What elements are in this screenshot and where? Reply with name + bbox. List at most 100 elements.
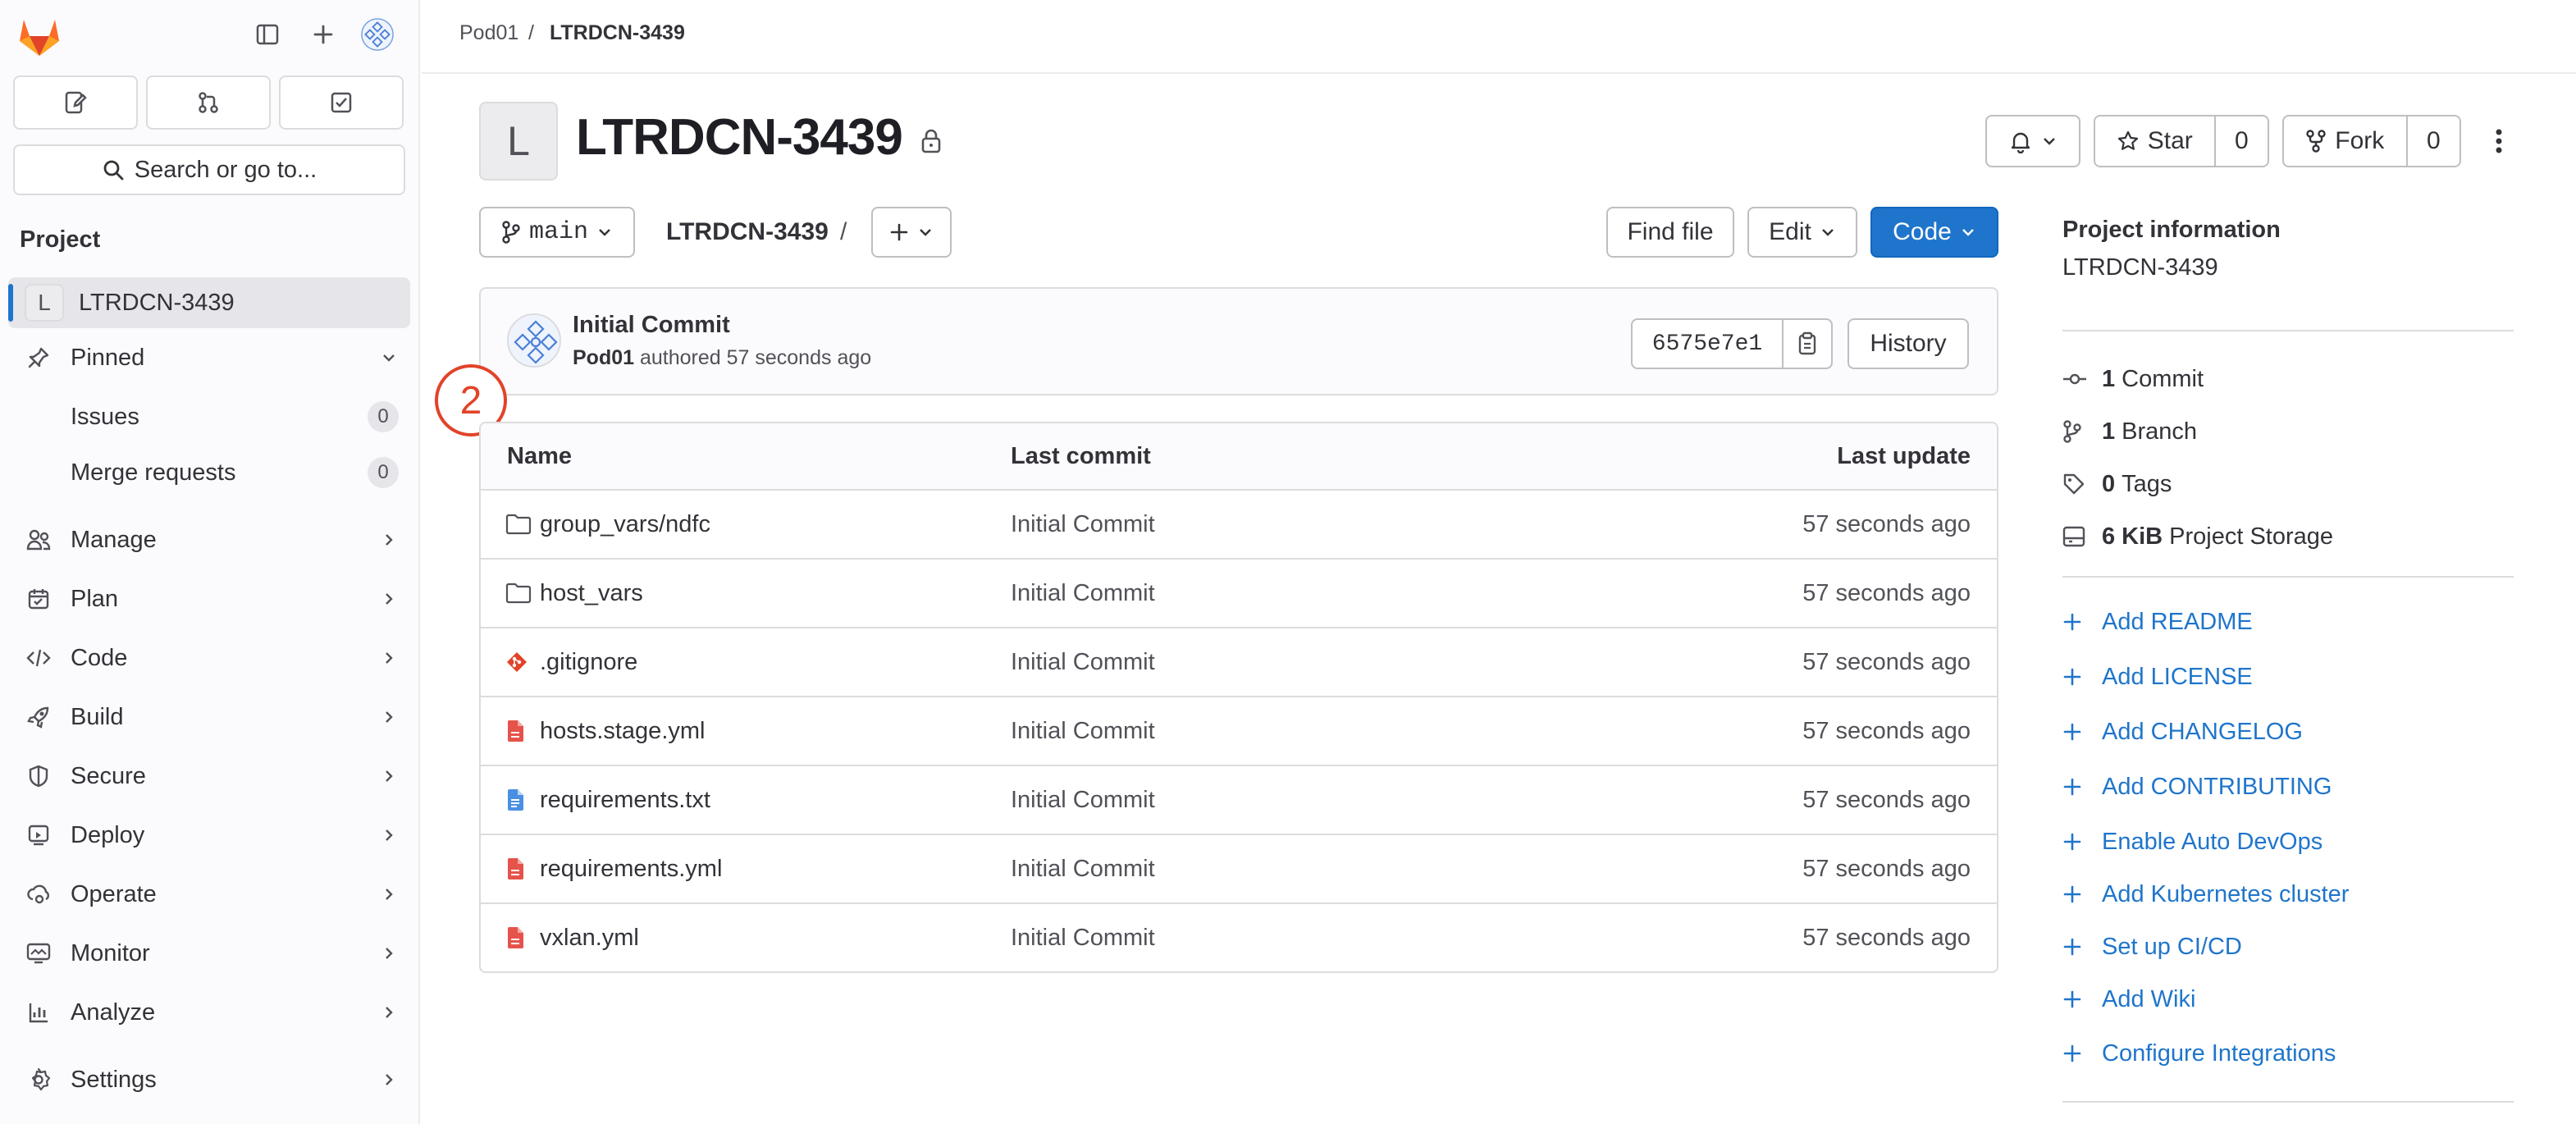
stat-storage[interactable]: 6 KiB Project Storage [2062, 520, 2333, 553]
file-name-link[interactable]: requirements.yml [540, 835, 722, 902]
star-count[interactable]: 0 [2213, 117, 2268, 166]
table-row[interactable]: host_vars Initial Commit 57 seconds ago [481, 558, 1997, 627]
file-name-link[interactable]: requirements.txt [540, 766, 710, 834]
sidebar-item-label: Analyze [71, 998, 156, 1026]
repo-path-root-link[interactable]: LTRDCN-3439 [666, 218, 829, 246]
commit-sha[interactable]: 6575e7e1 [1633, 320, 1782, 368]
sidebar-item-deploy[interactable]: Deploy [8, 811, 410, 860]
sidebar-item-merge-requests[interactable]: Merge requests 0 [8, 448, 410, 497]
chevron-right-icon [379, 589, 399, 609]
file-name-link[interactable]: .gitignore [540, 628, 637, 696]
bell-icon [2011, 132, 2030, 153]
file-name-link[interactable]: vxlan.yml [540, 904, 639, 971]
copy-sha-button[interactable] [1782, 320, 1831, 368]
create-new-plus-icon[interactable] [307, 18, 340, 51]
fork-button-group[interactable]: Fork 0 [2282, 115, 2461, 167]
git-icon [505, 628, 528, 696]
file-name-link[interactable]: host_vars [540, 560, 643, 627]
project-action-label: Set up CI/CD [2102, 933, 2242, 960]
project-action-link[interactable]: Add CHANGELOG [2062, 715, 2303, 748]
star-button-group[interactable]: Star 0 [2094, 115, 2269, 167]
sidebar-item-settings[interactable]: Settings [8, 1055, 410, 1104]
breadcrumb-separator: / [528, 21, 534, 44]
file-name-link[interactable]: group_vars/ndfc [540, 491, 710, 558]
commit-author-link[interactable]: Pod01 [573, 346, 634, 369]
history-button[interactable]: History [1848, 318, 1969, 369]
assigned-issues-button[interactable] [13, 75, 138, 130]
stat-label: Project Storage [2169, 523, 2334, 550]
table-row[interactable]: group_vars/ndfc Initial Commit 57 seconds … [481, 489, 1997, 558]
sidebar-item-secure[interactable]: Secure [8, 752, 410, 801]
issues-icon [65, 91, 87, 114]
branch-selector[interactable]: main [479, 207, 635, 258]
last-commit-link[interactable]: Initial Commit [1011, 697, 1155, 765]
breadcrumb-project-link[interactable]: LTRDCN-3439 [550, 21, 685, 45]
plus-icon [2062, 989, 2090, 1009]
last-commit-link[interactable]: Initial Commit [1011, 560, 1155, 627]
sidebar-item-pinned[interactable]: Pinned [8, 333, 410, 382]
stat-tags[interactable]: 0 Tags [2062, 468, 2172, 500]
stat-branches[interactable]: 1 Branch [2062, 415, 2197, 448]
project-action-link[interactable]: Add Wiki [2062, 983, 2195, 1016]
fork-count[interactable]: 0 [2405, 117, 2460, 166]
commit-author-avatar[interactable] [507, 313, 561, 368]
project-action-link[interactable]: Configure Integrations [2062, 1037, 2336, 1070]
calendar-icon [25, 585, 53, 613]
last-commit-link[interactable]: Initial Commit [1011, 904, 1155, 971]
fork-button[interactable]: Fork [2284, 117, 2406, 166]
yaml-file-icon [505, 835, 525, 902]
table-row[interactable]: requirements.yml Initial Commit 57 seconds… [481, 834, 1997, 902]
column-header-last-commit: Last commit [1011, 442, 1151, 469]
code-label: Code [1893, 218, 1952, 245]
last-update-time: 57 seconds ago [1802, 510, 1971, 537]
sidebar-item-plan[interactable]: Plan [8, 574, 410, 624]
project-action-link[interactable]: Add Kubernetes cluster [2062, 878, 2349, 911]
sidebar-item-code[interactable]: Code [8, 633, 410, 683]
table-row[interactable]: vxlan.yml Initial Commit 57 seconds ago [481, 902, 1997, 971]
todo-items-button[interactable] [279, 75, 404, 130]
table-row[interactable]: .gitignore Initial Commit 57 seconds ago [481, 627, 1997, 696]
project-action-link[interactable]: Set up CI/CD [2062, 930, 2242, 963]
chevron-down-icon [920, 229, 931, 236]
merge-requests-button[interactable] [146, 75, 271, 130]
last-commit-link[interactable]: Initial Commit [1011, 628, 1155, 696]
table-row[interactable]: requirements.txt Initial Commit 57 seconds… [481, 765, 1997, 834]
collapse-sidebar-icon[interactable] [251, 18, 284, 51]
search-button[interactable]: Search or go to... [13, 144, 405, 195]
code-dropdown[interactable]: Code [1870, 207, 1998, 258]
project-action-link[interactable]: Add LICENSE [2062, 660, 2253, 693]
top-bar: Pod01 / LTRDCN-3439 [422, 0, 2576, 74]
project-action-link[interactable]: Add README [2062, 605, 2253, 638]
sidebar-item-operate[interactable]: Operate [8, 870, 410, 919]
last-commit-link[interactable]: Initial Commit [1011, 835, 1155, 902]
sidebar-item-build[interactable]: Build [8, 692, 410, 742]
commit-title-link[interactable]: Initial Commit [573, 312, 730, 339]
last-commit-link[interactable]: Initial Commit [1011, 491, 1155, 558]
user-avatar[interactable] [361, 18, 394, 51]
chevron-right-icon [379, 530, 399, 550]
more-actions-kebab-icon[interactable] [2482, 125, 2515, 158]
sidebar-item-monitor[interactable]: Monitor [8, 929, 410, 978]
sidebar-item-analyze[interactable]: Analyze [8, 988, 410, 1037]
sidebar-item-manage[interactable]: Manage [8, 515, 410, 564]
file-name-link[interactable]: hosts.stage.yml [540, 697, 705, 765]
sidebar-item-project[interactable]: L LTRDCN-3439 [8, 277, 410, 328]
edit-dropdown[interactable]: Edit [1747, 207, 1857, 258]
star-button[interactable]: Star [2095, 117, 2214, 166]
notifications-dropdown[interactable] [1985, 115, 2080, 167]
last-commit-link[interactable]: Initial Commit [1011, 766, 1155, 834]
find-file-button[interactable]: Find file [1606, 207, 1734, 258]
breadcrumb-group-link[interactable]: Pod01 [459, 21, 518, 45]
add-to-tree-dropdown[interactable] [871, 207, 952, 258]
search-label: Search or go to... [134, 156, 317, 183]
sidebar-item-issues[interactable]: Issues 0 [8, 392, 410, 441]
chevron-right-icon [379, 707, 399, 727]
sidebar: Search or go to... Project L LTRDCN-3439… [0, 0, 420, 1124]
chevron-down-icon [599, 229, 610, 236]
active-indicator [8, 284, 13, 322]
stat-commits[interactable]: 1 Commit [2062, 363, 2204, 395]
project-action-link[interactable]: Enable Auto DevOps [2062, 825, 2323, 858]
table-row[interactable]: hosts.stage.yml Initial Commit 57 seconds … [481, 696, 1997, 765]
gitlab-logo-icon[interactable] [16, 15, 62, 57]
project-action-link[interactable]: Add CONTRIBUTING [2062, 770, 2332, 803]
